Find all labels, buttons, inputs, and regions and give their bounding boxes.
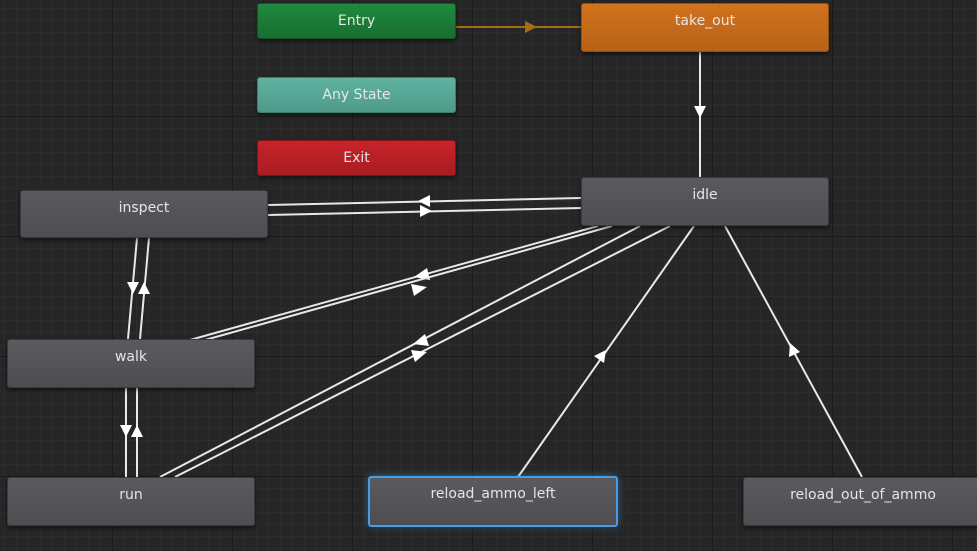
state-entry-label: Entry	[337, 13, 376, 29]
state-reload-out-of-ammo[interactable]: reload_out_of_ammo	[743, 477, 977, 526]
transition-walk-to-inspect[interactable]	[139, 237, 150, 340]
state-idle-label: idle	[692, 187, 718, 203]
state-take-out[interactable]: take_out	[581, 3, 829, 52]
state-entry[interactable]: Entry	[257, 3, 456, 39]
transition-arrow-icon	[414, 268, 430, 280]
transition-idle-to-walk[interactable]	[189, 225, 599, 341]
transition-inspect-to-walk[interactable]	[127, 237, 138, 340]
transition-arrow-icon	[411, 350, 427, 362]
state-inspect[interactable]: inspect	[20, 190, 268, 238]
state-reload-ammo-left[interactable]: reload_ammo_left	[368, 476, 618, 527]
transition-arrow-icon	[413, 334, 429, 346]
transition-inspect-to-idle[interactable]	[267, 207, 582, 216]
state-exit-label: Exit	[343, 150, 370, 166]
state-inspect-label: inspect	[118, 200, 170, 216]
transition-arrow-icon	[120, 425, 132, 437]
transition-arrow-icon	[525, 21, 537, 33]
transition-arrow-icon	[789, 343, 800, 357]
transition-layer	[120, 21, 863, 478]
state-any-state-label: Any State	[322, 87, 391, 103]
transition-arrow-icon	[138, 282, 150, 294]
transition-arrow-icon	[420, 205, 432, 217]
state-reload-ammo-left-label: reload_ammo_left	[430, 486, 556, 502]
transition-arrow-icon	[418, 195, 430, 207]
state-walk[interactable]: walk	[7, 339, 255, 388]
transition-arrow-icon	[127, 282, 139, 294]
transition-reload-out-of-ammo-to-idle[interactable]	[724, 225, 863, 478]
transition-arrow-icon	[694, 106, 706, 118]
state-machine-graph[interactable]: Entry Any State Exit take_out idle inspe…	[0, 0, 977, 551]
state-take-out-label: take_out	[674, 13, 736, 29]
state-run-label: run	[119, 487, 143, 503]
state-reload-out-of-ammo-label: reload_out_of_ammo	[790, 487, 936, 503]
transition-walk-to-idle[interactable]	[204, 225, 613, 341]
transition-arrow-icon	[411, 284, 427, 296]
state-any-state[interactable]: Any State	[257, 77, 456, 113]
transition-arrow-icon	[594, 350, 606, 363]
transition-reload-ammo-left-to-idle[interactable]	[517, 225, 695, 478]
transition-arrow-icon	[131, 425, 143, 437]
state-exit[interactable]: Exit	[257, 140, 456, 176]
state-run[interactable]: run	[7, 477, 255, 526]
state-walk-label: walk	[114, 349, 148, 365]
transition-idle-to-inspect[interactable]	[267, 197, 582, 206]
state-idle[interactable]: idle	[581, 177, 829, 226]
